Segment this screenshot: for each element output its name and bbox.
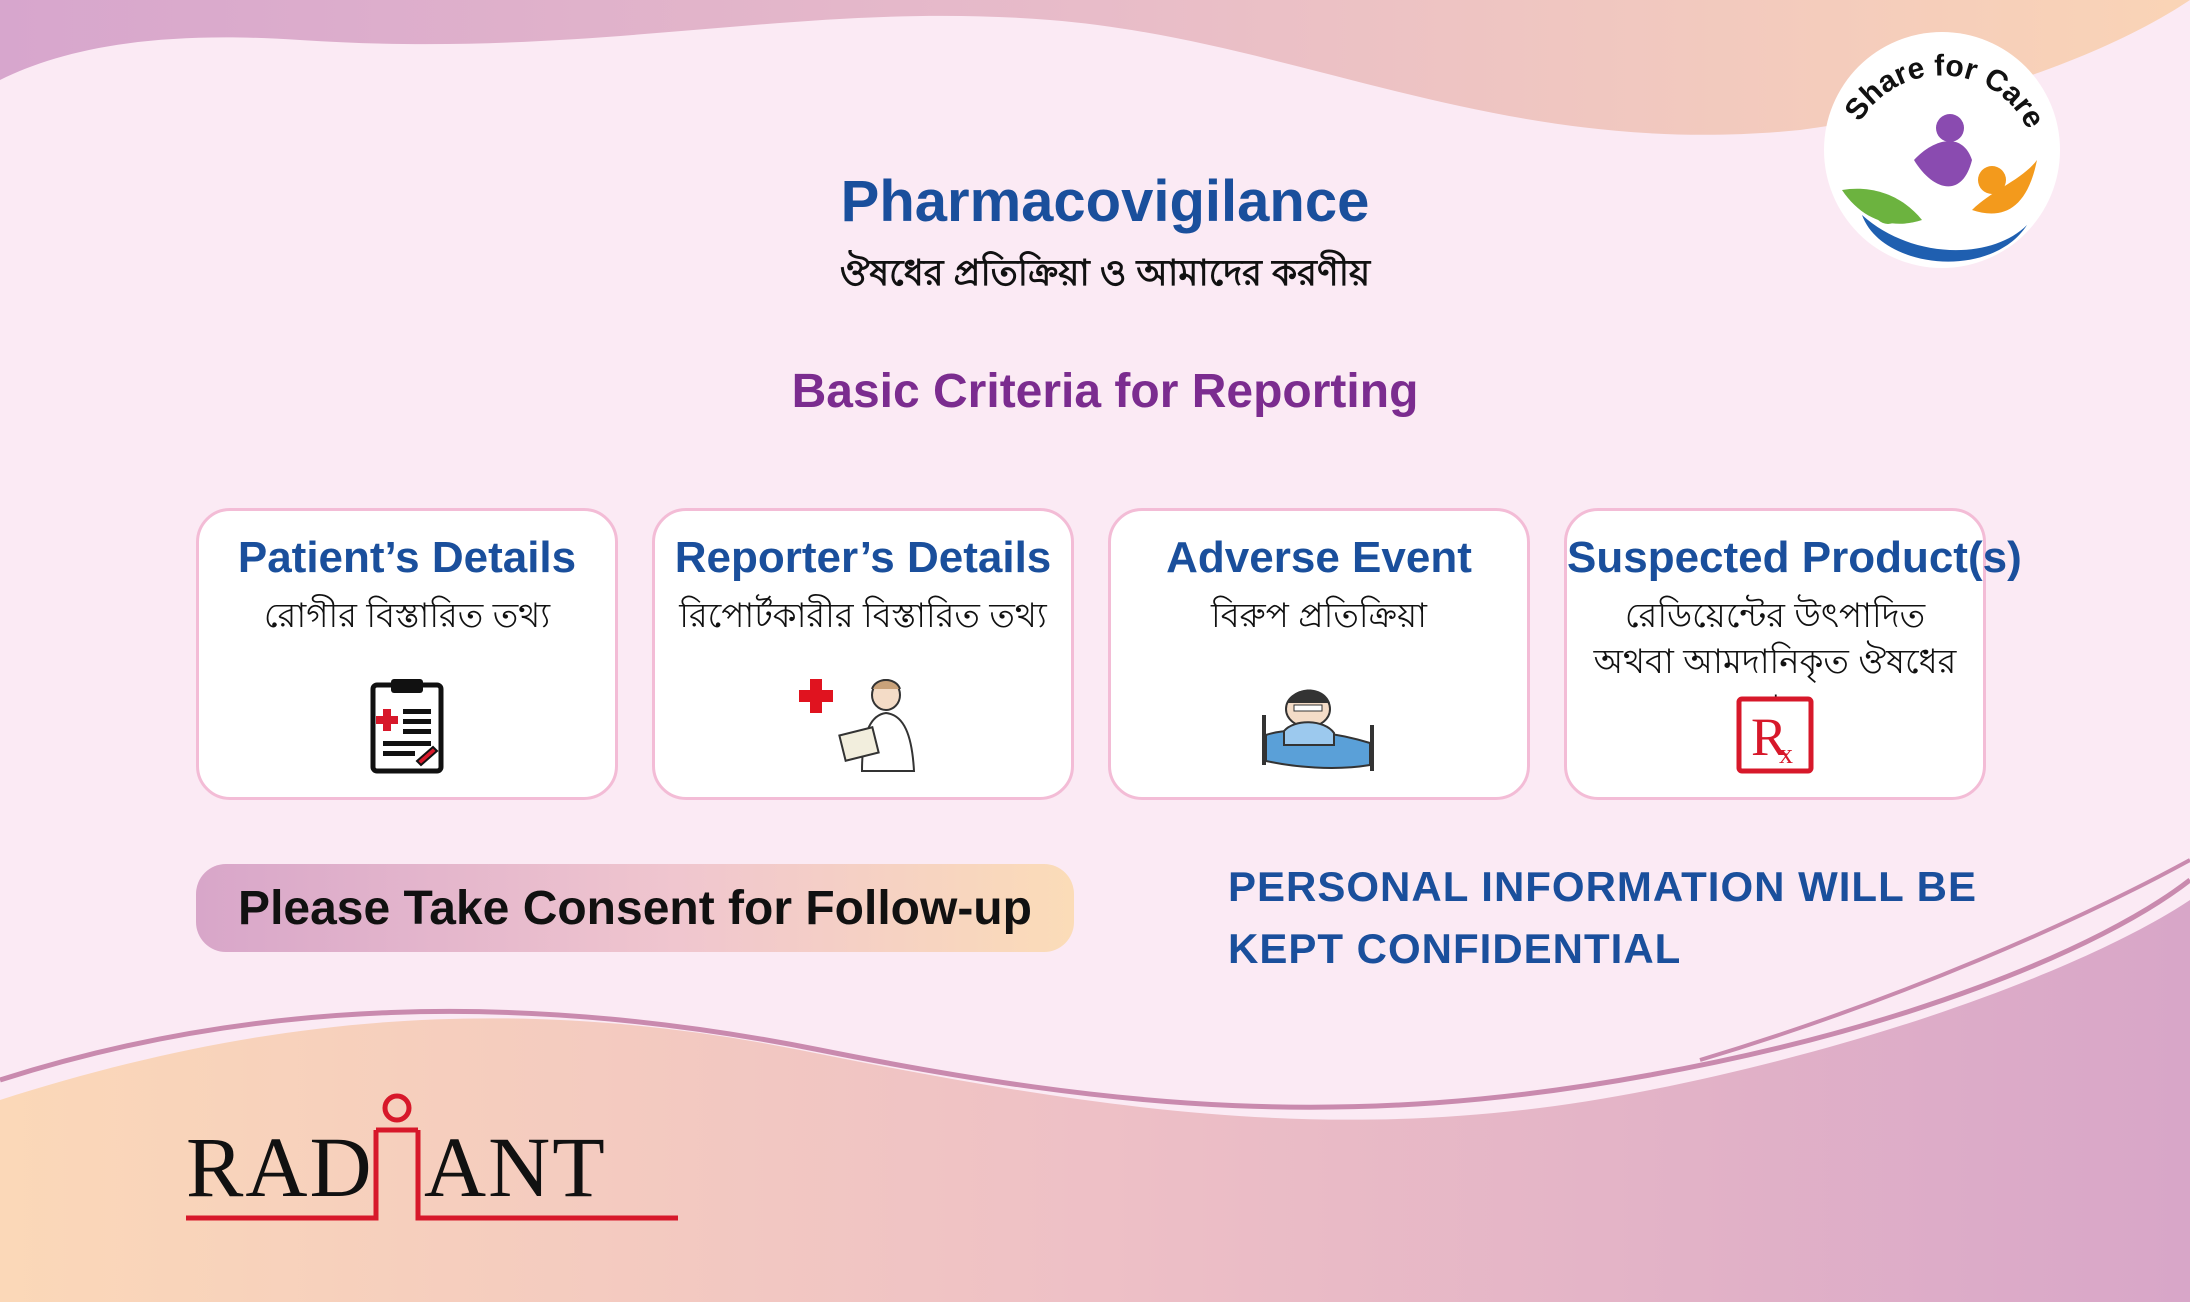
card-title: Reporter’s Details: [674, 533, 1052, 582]
card-title: Suspected Product(s): [1567, 533, 2022, 582]
svg-text:RAD: RAD: [186, 1119, 374, 1215]
page-title: Pharmacovigilance: [840, 169, 1370, 234]
card-subtitle: রোগীর বিস্তারিত তথ্য: [263, 597, 551, 635]
card-title: Patient’s Details: [237, 533, 577, 582]
confidential-line-2: KEPT CONFIDENTIAL: [1228, 925, 1682, 972]
card-suspected-products: Suspected Product(s) রেডিয়েন্টের উৎপাদি…: [1564, 508, 2022, 800]
nurse-with-cross-icon: [799, 679, 916, 772]
card-adverse-event: Adverse Event বিরুপ প্রতিক্রিয়া: [1108, 508, 1530, 800]
confidential-note: PERSONAL INFORMATION WILL BE KEPT CONFID…: [1228, 856, 2068, 980]
radiant-logo: RAD ANT: [186, 1093, 678, 1221]
svg-text:x: x: [1779, 739, 1793, 770]
svg-text:ANT: ANT: [424, 1119, 607, 1215]
page-subtitle: ঔষধের প্রতিক্রিয়া ও আমাদের করণীয়: [839, 252, 1371, 293]
card-subtitle: বিরুপ প্রতিক্রিয়া: [1211, 597, 1427, 635]
card-subtitle: রিপোর্টকারীর বিস্তারিত তথ্য: [679, 597, 1047, 635]
clipboard-medical-icon: [370, 679, 444, 774]
card-patient-details: Patient’s Details রোগীর বিস্তারিত তথ্য: [196, 508, 618, 800]
confidential-line-1: PERSONAL INFORMATION WILL BE: [1228, 863, 1977, 910]
sick-patient-in-bed-icon: [1262, 689, 1374, 771]
card-title: Adverse Event: [1166, 533, 1472, 582]
card-reporter-details: Reporter’s Details রিপোর্টকারীর বিস্তারি…: [652, 508, 1074, 800]
criteria-heading: Basic Criteria for Reporting: [791, 365, 1419, 418]
rx-prescription-icon: R x: [1736, 696, 1814, 774]
consent-banner: Please Take Consent for Follow-up: [196, 864, 1074, 952]
